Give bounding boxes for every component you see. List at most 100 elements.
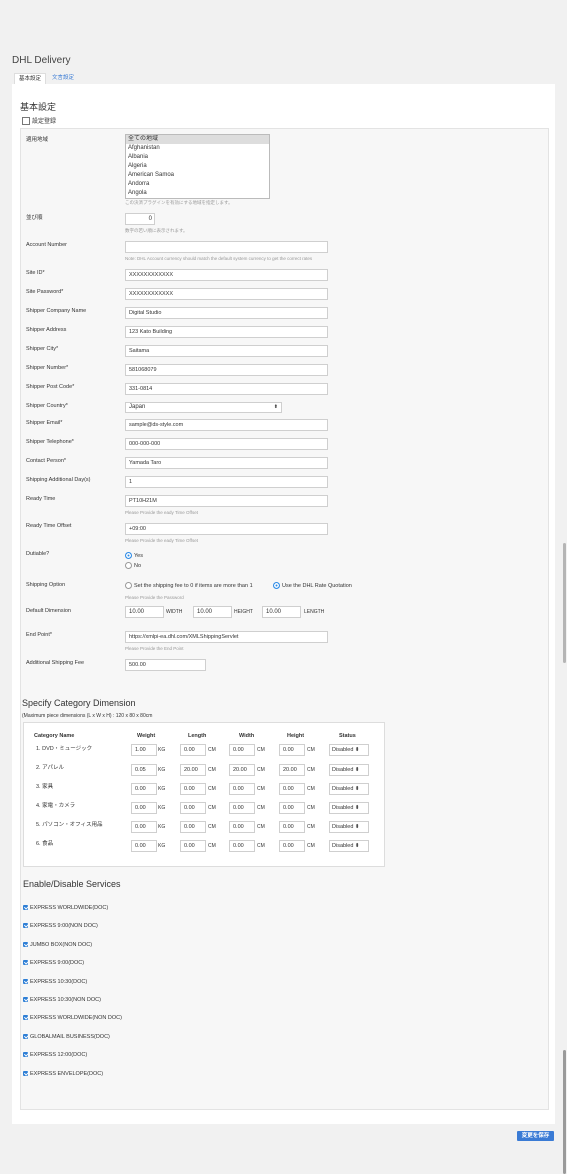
- site-password-input[interactable]: XXXXXXXXXXXX: [125, 288, 328, 300]
- list-item[interactable]: Andorra: [126, 180, 269, 189]
- ready-offset-input[interactable]: +09:00: [125, 523, 328, 535]
- service-checkbox[interactable]: EXPRESS 10:30(DOC): [23, 979, 87, 985]
- radio-unchecked-icon: [125, 562, 132, 569]
- list-item[interactable]: 全ての地域: [126, 135, 269, 144]
- unit-cm: CM: [307, 747, 315, 753]
- end-point-input[interactable]: https://xmlpi-ea.dhl.com/XMLShippingServ…: [125, 631, 328, 643]
- category-width-input[interactable]: 0.00: [229, 802, 255, 814]
- category-height-input[interactable]: 0.00: [279, 821, 305, 833]
- category-status-select[interactable]: Disabled ⬍: [329, 783, 369, 795]
- category-width-input[interactable]: 0.00: [229, 821, 255, 833]
- category-length-input[interactable]: 0.00: [180, 783, 206, 795]
- service-checkbox[interactable]: EXPRESS 9:00(DOC): [23, 960, 84, 966]
- list-item[interactable]: Albania: [126, 153, 269, 162]
- category-weight-input[interactable]: 0.00: [131, 783, 157, 795]
- service-checkbox[interactable]: EXPRESS ENVELOPE(DOC): [23, 1071, 103, 1077]
- shipper-address-input[interactable]: 123 Kato Building: [125, 326, 328, 338]
- list-item[interactable]: Algeria: [126, 162, 269, 171]
- category-length-input[interactable]: 0.00: [180, 744, 206, 756]
- service-checkbox[interactable]: EXPRESS WORLDWIDE(DOC): [23, 905, 108, 911]
- category-height-input[interactable]: 0.00: [279, 840, 305, 852]
- service-checkbox[interactable]: JUMBO BOX(NON DOC): [23, 942, 92, 948]
- shipper-company-input[interactable]: Digital Studio: [125, 307, 328, 319]
- list-item[interactable]: American Samoa: [126, 171, 269, 180]
- unit-kg: KG: [158, 747, 166, 753]
- category-status-select[interactable]: Disabled ⬍: [329, 764, 369, 776]
- category-status-select[interactable]: Disabled ⬍: [329, 821, 369, 833]
- category-width-input[interactable]: 0.00: [229, 840, 255, 852]
- dutiable-label: Dutiable?: [26, 551, 50, 557]
- category-status-select[interactable]: Disabled ⬍: [329, 744, 369, 756]
- radio-unchecked-icon: [125, 582, 132, 589]
- contact-person-label: Contact Person*: [26, 458, 67, 464]
- ready-offset-help: Please Provide the eady Time Offset: [125, 538, 198, 543]
- shipper-email-label: Shipper Email*: [26, 420, 63, 426]
- service-checkbox[interactable]: EXPRESS WORLDWIDE(NON DOC): [23, 1015, 122, 1021]
- region-listbox[interactable]: 全ての地域 Afghanistan Albania Algeria Americ…: [125, 134, 270, 199]
- unit-kg: KG: [158, 786, 166, 792]
- list-item[interactable]: Angola: [126, 189, 269, 198]
- category-height-input[interactable]: 0.00: [279, 802, 305, 814]
- end-point-help: Please Provide the End Point: [125, 646, 184, 651]
- category-width-input[interactable]: 20.00: [229, 764, 255, 776]
- unit-cm: CM: [307, 805, 315, 811]
- category-status-select[interactable]: Disabled ⬍: [329, 802, 369, 814]
- tab-basic-settings[interactable]: 基本設定: [14, 73, 47, 84]
- dutiable-yes-radio[interactable]: Yes: [125, 552, 143, 559]
- category-height-input[interactable]: 20.00: [279, 764, 305, 776]
- category-height-input[interactable]: 0.00: [279, 744, 305, 756]
- contact-person-input[interactable]: Yamada Taro: [125, 457, 328, 469]
- scrollbar[interactable]: [563, 543, 566, 663]
- shipper-telephone-label: Shipper Telephone*: [26, 439, 74, 445]
- unit-kg: KG: [158, 805, 166, 811]
- dimension-length-input[interactable]: 10.00: [262, 606, 301, 618]
- tab-text-settings[interactable]: 文言設定: [48, 73, 78, 83]
- dimension-width-input[interactable]: 10.00: [125, 606, 164, 618]
- category-length-input[interactable]: 0.00: [180, 821, 206, 833]
- account-number-input[interactable]: [125, 241, 328, 253]
- checkbox-checked-icon: [23, 923, 28, 929]
- unit-cm: CM: [307, 824, 315, 830]
- category-weight-input[interactable]: 0.00: [131, 802, 157, 814]
- shipping-option-free-radio[interactable]: Set the shipping fee to 0 if items are m…: [125, 582, 253, 589]
- register-settings-link[interactable]: 設定登録: [22, 116, 56, 126]
- category-status-select[interactable]: Disabled ⬍: [329, 840, 369, 852]
- category-weight-input[interactable]: 0.05: [131, 764, 157, 776]
- category-length-input[interactable]: 0.00: [180, 802, 206, 814]
- order-label: 並び順: [26, 215, 43, 221]
- dimension-height-input[interactable]: 10.00: [193, 606, 232, 618]
- account-number-label: Account Number: [26, 242, 67, 248]
- service-checkbox[interactable]: EXPRESS 12:00(DOC): [23, 1052, 87, 1058]
- unit-kg: KG: [158, 824, 166, 830]
- shipper-city-input[interactable]: Saitama: [125, 345, 328, 357]
- category-weight-input[interactable]: 0.00: [131, 821, 157, 833]
- shipper-telephone-input[interactable]: 000-000-000: [125, 438, 328, 450]
- scrollbar-thumb[interactable]: [563, 1050, 566, 1174]
- list-item[interactable]: Afghanistan: [126, 144, 269, 153]
- service-checkbox[interactable]: EXPRESS 9:00(NON DOC): [23, 923, 98, 929]
- category-length-input[interactable]: 0.00: [180, 840, 206, 852]
- service-checkbox[interactable]: GLOBALMAIL BUSINESS(DOC): [23, 1034, 110, 1040]
- category-weight-input[interactable]: 1.00: [131, 744, 157, 756]
- service-checkbox[interactable]: EXPRESS 10:30(NON DOC): [23, 997, 101, 1003]
- category-width-input[interactable]: 0.00: [229, 783, 255, 795]
- radio-checked-icon: [125, 552, 132, 559]
- category-weight-input[interactable]: 0.00: [131, 840, 157, 852]
- category-length-input[interactable]: 20.00: [180, 764, 206, 776]
- shipper-email-input[interactable]: sample@ds-style.com: [125, 419, 328, 431]
- order-input[interactable]: 0: [125, 213, 155, 225]
- shipper-country-select[interactable]: Japan ⬍: [125, 402, 282, 413]
- ready-time-input[interactable]: PT10H21M: [125, 495, 328, 507]
- additional-fee-input[interactable]: 500.00: [125, 659, 206, 671]
- additional-days-input[interactable]: 1: [125, 476, 328, 488]
- shipper-number-input[interactable]: 581068079: [125, 364, 328, 376]
- category-height-input[interactable]: 0.00: [279, 783, 305, 795]
- category-width-input[interactable]: 0.00: [229, 744, 255, 756]
- save-button[interactable]: 変更を保存: [517, 1131, 554, 1141]
- shipping-option-dhl-radio[interactable]: Use the DHL Rate Quotation: [273, 582, 352, 589]
- shipper-post-input[interactable]: 331-0814: [125, 383, 328, 395]
- dutiable-no-radio[interactable]: No: [125, 562, 141, 569]
- unit-cm: CM: [208, 747, 216, 753]
- site-id-input[interactable]: XXXXXXXXXXXX: [125, 269, 328, 281]
- unit-cm: CM: [257, 786, 265, 792]
